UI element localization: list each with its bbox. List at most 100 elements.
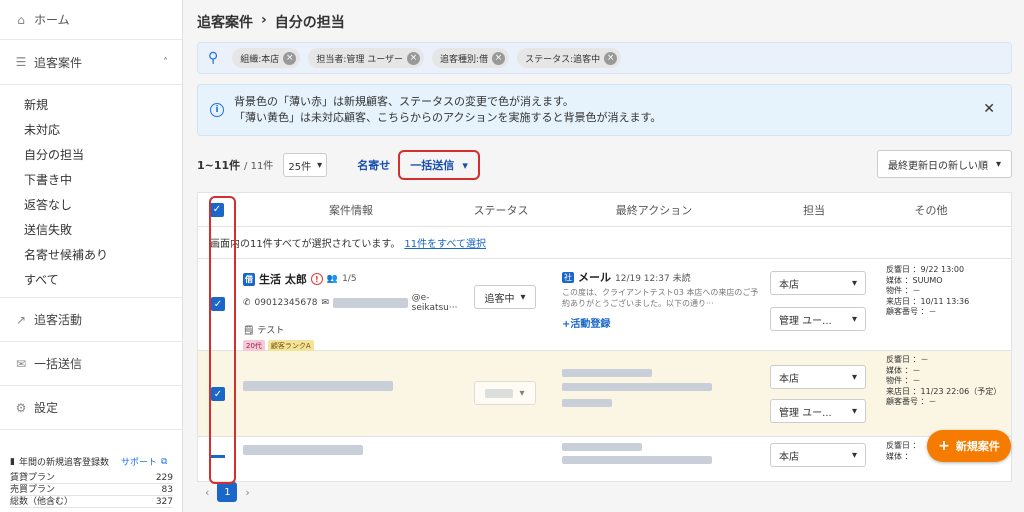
other-value: ：9/22 13:00 <box>912 265 965 274</box>
masked-action <box>562 369 652 377</box>
row-checkbox[interactable]: ✓ <box>211 387 225 401</box>
pagination-page[interactable]: 1 <box>217 482 238 502</box>
filter-chip-label: 組織:本店 <box>240 54 280 65</box>
bulk-send-button[interactable]: 一括送信 ▾ <box>398 150 480 180</box>
sidebar-item-bulk-send[interactable]: ✉ 一括送信 <box>0 342 182 386</box>
other-key: 反響日 <box>886 355 910 364</box>
filter-chip-label: 担当者:管理 ユーザー <box>316 54 404 65</box>
column-header[interactable]: 案件情報 <box>236 202 466 218</box>
other-value: ：－ <box>920 397 937 406</box>
sidebar-item-send-failed[interactable]: 送信失敗 <box>0 218 182 243</box>
new-case-label: 新規案件 <box>955 440 1000 453</box>
breadcrumb-separator: › <box>261 12 267 28</box>
sidebar-item-mine[interactable]: 自分の担当 <box>0 143 182 168</box>
new-case-button[interactable]: + 新規案件 <box>927 430 1011 462</box>
header-checkbox-cell: ✓ <box>198 202 236 217</box>
store-select[interactable]: 本店 ▾ <box>770 365 866 389</box>
info-notice: i 背景色の「薄い赤」は新規顧客、ステータスの変更で色が消えます。 「薄い黄色」… <box>197 84 1012 136</box>
row-checkbox[interactable]: ✓ <box>211 297 225 311</box>
notice-text: 背景色の「薄い赤」は新規顧客、ステータスの変更で色が消えます。 「薄い黄色」は未… <box>234 94 661 126</box>
close-icon[interactable]: × <box>283 51 297 65</box>
sidebar-item-all[interactable]: すべて <box>0 268 182 293</box>
filter-chip-organization[interactable]: 組織:本店 × <box>232 48 301 68</box>
filter-bar[interactable]: ⚲ 組織:本店 × 担当者:管理 ユーザー × 追客種別:借 × ステータス:追客中 × <box>197 42 1012 74</box>
case-info: 借 生活 太郎 ! 👥 1/5 ✆ 09012345678 ✉ xxxxxxxx… <box>243 271 471 352</box>
column-header[interactable]: 最終アクション <box>536 202 772 218</box>
chevron-down-icon: ▾ <box>317 159 323 171</box>
column-header[interactable]: その他 <box>856 202 1006 218</box>
table-row[interactable]: 本店 ▾ 反響日 ： 媒体 ： <box>198 437 1011 481</box>
mail-icon: ✉ <box>15 356 27 371</box>
sidebar-item-merge-candidates[interactable]: 名寄せ候補あり <box>0 243 182 268</box>
sort-select[interactable]: 最終更新日の新しい順 ▾ <box>876 150 1012 178</box>
other-line: 物件 ：－ <box>886 376 1011 387</box>
close-icon[interactable]: × <box>604 51 618 65</box>
chevron-up-icon[interactable]: ˄ <box>163 57 168 68</box>
external-link-icon: ⧉ <box>160 456 168 467</box>
merge-button[interactable]: 名寄せ <box>357 157 390 173</box>
plus-icon: + <box>938 438 950 454</box>
other-info: 反響日 ：－ 媒体 ：－ 物件 ：－ 来店日 ：11/23 22:06（予定） … <box>886 355 1011 408</box>
stats-value: 327 <box>155 497 173 507</box>
manager-select[interactable]: 管理 ユー... ▾ <box>770 307 866 331</box>
close-icon[interactable]: ✕ <box>983 101 995 117</box>
filter-chip-assignee[interactable]: 担当者:管理 ユーザー × <box>308 48 425 68</box>
column-header[interactable]: ステータス <box>466 202 536 218</box>
sidebar-item-drafts[interactable]: 下書き中 <box>0 168 182 193</box>
other-info: 反響日 ：9/22 13:00 媒体 ：SUUMO 物件 ：－ 来店日 ：10/… <box>886 265 1011 318</box>
sidebar: ⌂ ホーム ☰ 追客案件 ˄ 新規 未対応 自分の担当 下書き中 返答なし 送信… <box>0 0 183 512</box>
sidebar-submenu: 新規 未対応 自分の担当 下書き中 返答なし 送信失敗 名寄せ候補あり すべて <box>0 85 182 298</box>
table-row[interactable]: ✓ 借 生活 太郎 ! 👥 1/5 ✆ 09012345678 ✉ xxxxxx… <box>198 259 1011 352</box>
select-all-checkbox[interactable]: ✓ <box>210 202 224 217</box>
case-info-masked <box>243 381 471 394</box>
pagination-prev[interactable]: ‹ <box>205 486 209 499</box>
other-line: 顧客番号 ：－ <box>886 307 1011 318</box>
chevron-down-icon: ▾ <box>851 313 857 325</box>
sidebar-section-tracking[interactable]: ☰ 追客案件 ˄ <box>0 40 182 85</box>
other-line: 媒体 ：－ <box>886 366 1011 377</box>
pagination-next[interactable]: › <box>245 486 249 499</box>
sidebar-item-no-reply[interactable]: 返答なし <box>0 193 182 218</box>
search-icon[interactable]: ⚲ <box>208 50 218 66</box>
masked-name <box>243 445 363 455</box>
sidebar-item-new[interactable]: 新規 <box>0 93 182 118</box>
filter-chip-status[interactable]: ステータス:追客中 × <box>517 48 622 68</box>
close-icon[interactable]: × <box>492 51 506 65</box>
stats-label: 売買プラン <box>10 485 56 495</box>
store-select[interactable]: 本店 ▾ <box>770 443 866 467</box>
other-value: ：－ <box>904 365 921 375</box>
email-suffix: @e-seikatsu··· <box>411 293 458 313</box>
other-value: ：－ <box>920 307 937 316</box>
breadcrumb-parent[interactable]: 追客案件 <box>197 12 253 32</box>
add-activity-button[interactable]: +活動登録 <box>562 315 762 330</box>
manager-select[interactable]: 管理 ユー... ▾ <box>770 399 866 423</box>
sidebar-item-activity[interactable]: ↗ 追客活動 <box>0 298 182 342</box>
sidebar-item-settings[interactable]: ⚙ 設定 <box>0 386 182 430</box>
masked-status <box>485 388 514 398</box>
close-icon[interactable]: × <box>407 51 421 65</box>
manager-value: 管理 ユー... <box>779 407 832 419</box>
table-row[interactable]: ✓ ▾ 本店 ▾ 管理 ユー... ▾ 反響日 ：－ 媒体 ：－ 物件 ：－ 来店日… <box>198 351 1011 437</box>
status-select[interactable]: ▾ <box>474 381 536 405</box>
people-icon: 👥 <box>326 274 339 284</box>
sidebar-item-unhandled[interactable]: 未対応 <box>0 118 182 143</box>
other-key: 来店日 <box>886 296 910 306</box>
other-key: 媒体 <box>886 275 902 285</box>
bar-chart-icon: ▮ <box>10 456 15 467</box>
status-select[interactable]: 追客中 ▾ <box>474 285 536 309</box>
sidebar-item-home[interactable]: ⌂ ホーム <box>0 0 182 40</box>
sidebar-item-label: 設定 <box>34 401 59 415</box>
other-value: ：－ <box>904 376 921 385</box>
select-all-link[interactable]: 11件をすべて選択 <box>404 235 486 250</box>
per-page-select[interactable]: 25件 ▾ <box>283 153 328 177</box>
customer-name[interactable]: 生活 太郎 <box>259 271 307 287</box>
chevron-down-icon: ▾ <box>520 291 526 303</box>
masked-action <box>562 443 642 451</box>
other-value: ：11/23 22:06（予定） <box>912 386 1002 396</box>
other-value: ： <box>904 451 913 461</box>
filter-chip-type[interactable]: 追客種別:借 × <box>432 48 510 68</box>
store-select[interactable]: 本店 ▾ <box>770 271 866 295</box>
row-checkbox-partial[interactable] <box>211 455 225 458</box>
column-header[interactable]: 担当 <box>772 202 856 218</box>
support-link[interactable]: サポート <box>121 455 157 468</box>
